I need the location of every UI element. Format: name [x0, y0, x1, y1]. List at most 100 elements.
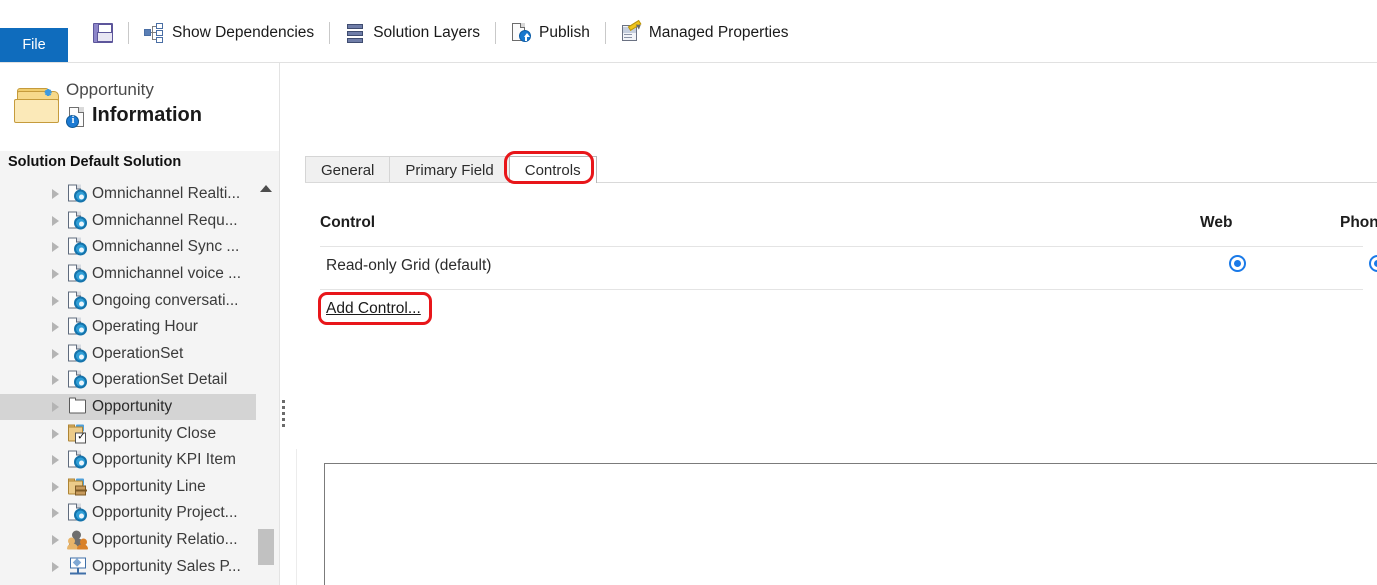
- tree-item-omnichannel-requ[interactable]: Omnichannel Requ...: [0, 208, 258, 235]
- entity-icon: [68, 184, 87, 204]
- file-tab-label: File: [22, 37, 46, 53]
- row-divider: [320, 289, 1363, 290]
- tree-item-label: Opportunity Line: [92, 477, 206, 495]
- tab-primary-field-label: Primary Field: [405, 161, 494, 179]
- tree-item-omnichannel-sync[interactable]: Omnichannel Sync ...: [0, 234, 258, 261]
- tab-controls[interactable]: Controls: [508, 156, 597, 183]
- entity-tree[interactable]: Omnichannel Realti... Omnichannel Requ...…: [0, 181, 258, 585]
- tree-item-opportunity-project[interactable]: Opportunity Project...: [0, 500, 258, 527]
- tree-item-operationset[interactable]: OperationSet: [0, 341, 258, 368]
- table-row[interactable]: Read-only Grid (default): [320, 246, 1377, 290]
- expand-arrow-icon[interactable]: [52, 269, 59, 280]
- tab-bar-divider: [305, 182, 1377, 183]
- column-header-phone: Phone: [1340, 214, 1377, 231]
- tree-item-operating-hour[interactable]: Operating Hour: [0, 314, 258, 341]
- publish-label: Publish: [539, 24, 590, 41]
- tree-item-label: Opportunity: [92, 398, 173, 416]
- controls-grid-header-row: Control Web Phone Tablet: [320, 205, 1377, 247]
- tree-item-opportunity-relatio[interactable]: Opportunity Relatio...: [0, 527, 258, 554]
- main-content-area: General Primary Field Controls Control W…: [286, 63, 1377, 585]
- folder-icon: [68, 397, 87, 417]
- expand-arrow-icon[interactable]: [52, 402, 59, 413]
- solution-layers-button[interactable]: Solution Layers: [336, 14, 489, 52]
- tab-bar[interactable]: General Primary Field Controls: [305, 156, 597, 183]
- solution-folder-icon: [14, 87, 62, 125]
- control-properties-panel: [324, 463, 1377, 585]
- tab-controls-label: Controls: [524, 161, 581, 179]
- publish-button[interactable]: Publish: [502, 14, 599, 52]
- tree-item-operationset-detail[interactable]: OperationSet Detail: [0, 367, 258, 394]
- entity-name-label: Opportunity: [66, 80, 154, 99]
- opportunity-close-icon: [68, 424, 87, 444]
- expand-arrow-icon[interactable]: [52, 455, 59, 466]
- tree-item-opportunity-line[interactable]: Opportunity Line: [0, 474, 258, 501]
- managed-properties-icon: [621, 19, 643, 43]
- tree-item-omnichannel-realti[interactable]: Omnichannel Realti...: [0, 181, 258, 208]
- ribbon-separator: [604, 22, 606, 44]
- sales-process-icon: [68, 557, 87, 576]
- show-dependencies-button[interactable]: Show Dependencies: [135, 14, 323, 52]
- scrollbar-thumb[interactable]: [258, 529, 274, 565]
- splitter-grip-icon: [282, 400, 285, 427]
- save-button[interactable]: [84, 14, 122, 52]
- entity-icon: [68, 211, 87, 230]
- tree-item-opportunity[interactable]: Opportunity: [0, 393, 258, 421]
- control-name-label: Read-only Grid (default): [326, 257, 492, 274]
- tree-item-opportunity-kpi-item[interactable]: Opportunity KPI Item: [0, 447, 258, 474]
- managed-properties-button[interactable]: Managed Properties: [612, 14, 798, 52]
- pane-splitter[interactable]: [279, 63, 286, 585]
- expand-arrow-icon[interactable]: [52, 242, 59, 253]
- tree-item-omnichannel-voice[interactable]: Omnichannel voice ...: [0, 261, 258, 288]
- tree-scrollbar[interactable]: [256, 181, 276, 585]
- expand-arrow-icon[interactable]: [52, 322, 59, 333]
- tab-general[interactable]: General: [305, 156, 391, 183]
- expand-arrow-icon[interactable]: [52, 375, 59, 386]
- show-dependencies-label: Show Dependencies: [172, 24, 315, 41]
- column-header-web: Web: [1200, 214, 1233, 231]
- tab-primary-field[interactable]: Primary Field: [389, 156, 510, 183]
- expand-arrow-icon[interactable]: [52, 481, 59, 492]
- add-control-link[interactable]: Add Control...: [318, 292, 432, 325]
- tab-general-label: General: [321, 161, 375, 179]
- tree-item-label: Operating Hour: [92, 318, 198, 336]
- scroll-up-arrow-icon[interactable]: [260, 185, 272, 192]
- page-title: Information: [92, 104, 202, 126]
- tree-item-ongoing-conversati[interactable]: Ongoing conversati...: [0, 287, 258, 314]
- tree-item-label: Opportunity Project...: [92, 504, 238, 522]
- expand-arrow-icon[interactable]: [52, 348, 59, 359]
- content-left-divider: [296, 449, 297, 585]
- entity-icon: [68, 264, 87, 284]
- left-navigation-pane: Opportunity Information Solution Default…: [0, 63, 280, 585]
- radio-web[interactable]: [1229, 255, 1246, 272]
- file-tab[interactable]: File: [0, 28, 68, 62]
- ribbon-separator: [495, 22, 497, 44]
- tree-item-label: Opportunity KPI Item: [92, 451, 236, 469]
- ribbon-separator: [329, 22, 331, 44]
- expand-arrow-icon[interactable]: [52, 508, 59, 519]
- publish-icon: [511, 23, 532, 43]
- entity-icon: [68, 370, 87, 390]
- entity-icon: [68, 237, 87, 257]
- expand-arrow-icon[interactable]: [52, 561, 59, 572]
- radio-phone[interactable]: [1369, 255, 1377, 272]
- solution-label: Solution Default Solution: [8, 154, 182, 170]
- entity-icon: [68, 450, 87, 470]
- tree-item-label: Omnichannel voice ...: [92, 265, 242, 283]
- save-icon: [93, 23, 113, 43]
- tree-item-opportunity-sales-p[interactable]: Opportunity Sales P...: [0, 553, 258, 580]
- tree-item-label: OperationSet Detail: [92, 371, 228, 389]
- controls-grid: Control Web Phone Tablet Read-only Grid …: [318, 205, 1377, 325]
- expand-arrow-icon[interactable]: [52, 189, 59, 200]
- tree-item-opportunity-close[interactable]: Opportunity Close: [0, 420, 258, 447]
- entity-icon: [68, 344, 87, 363]
- tree-item-label: Opportunity Relatio...: [92, 531, 238, 549]
- tree-item-label: Omnichannel Requ...: [92, 211, 238, 229]
- expand-arrow-icon[interactable]: [52, 215, 59, 226]
- expand-arrow-icon[interactable]: [52, 428, 59, 439]
- solution-layers-icon: [345, 23, 365, 43]
- tree-item-label: Omnichannel Sync ...: [92, 238, 240, 256]
- managed-properties-label: Managed Properties: [648, 24, 789, 41]
- expand-arrow-icon[interactable]: [52, 535, 59, 546]
- expand-arrow-icon[interactable]: [52, 295, 59, 306]
- entity-icon: [68, 291, 87, 310]
